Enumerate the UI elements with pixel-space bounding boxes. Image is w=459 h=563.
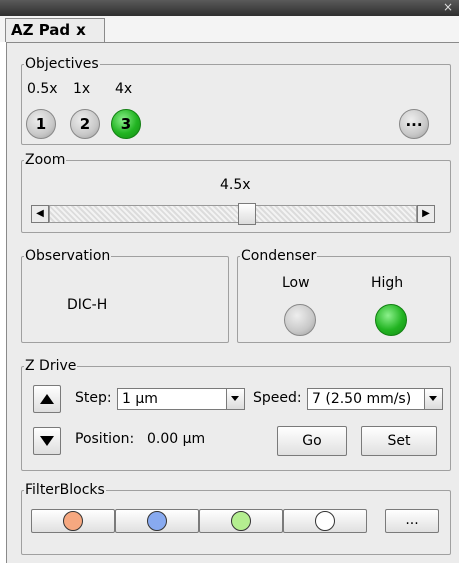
objective-mag-label-3: 4x xyxy=(115,81,133,97)
filterblock-button-4[interactable] xyxy=(283,509,367,533)
objective-mag-label-2: 1x xyxy=(73,81,91,97)
az-pad-panel: Objectives 0.5x 1x 4x 1 2 3 ... Zoom 4.5… xyxy=(6,42,459,563)
empty-filter-circle-icon xyxy=(315,511,335,531)
tab-label: AZ Pad xyxy=(11,21,71,39)
objective-button-2[interactable]: 2 xyxy=(70,109,100,139)
filterblocks-legend: FilterBlocks xyxy=(25,482,105,498)
filterblocks-more-button[interactable]: ... xyxy=(385,509,439,533)
triangle-up-icon xyxy=(40,394,54,404)
close-window-icon[interactable]: × xyxy=(443,1,453,13)
step-label: Step: xyxy=(75,390,112,406)
filterblock-button-3[interactable] xyxy=(199,509,283,533)
filterblock-button-2[interactable] xyxy=(115,509,199,533)
observation-value: DIC-H xyxy=(67,297,108,313)
tab-az-pad[interactable]: AZ Pad x xyxy=(5,18,105,42)
zoom-value-label: 4.5x xyxy=(220,177,251,193)
condenser-group: Condenser xyxy=(237,249,451,343)
speed-dropdown-arrow[interactable] xyxy=(424,389,442,409)
observation-legend: Observation xyxy=(25,248,111,264)
objective-mag-label-1: 0.5x xyxy=(27,81,58,97)
zoom-slider-thumb[interactable] xyxy=(238,203,256,225)
zdrive-up-button[interactable] xyxy=(33,385,61,413)
objective-button-1[interactable]: 1 xyxy=(26,109,56,139)
speed-label: Speed: xyxy=(253,390,302,406)
zoom-legend: Zoom xyxy=(25,152,66,168)
tab-strip: AZ Pad x xyxy=(0,16,459,42)
zdrive-down-button[interactable] xyxy=(33,427,61,455)
condenser-high-label: High xyxy=(371,275,404,291)
speed-select[interactable]: 7 (2.50 mm/s) xyxy=(307,388,443,410)
speed-select-value: 7 (2.50 mm/s) xyxy=(312,391,412,407)
condenser-high-button[interactable] xyxy=(375,304,407,336)
zoom-scroll-left-button[interactable]: ◀ xyxy=(31,205,49,223)
chevron-down-icon xyxy=(429,396,437,401)
go-button[interactable]: Go xyxy=(277,426,347,456)
chevron-down-icon xyxy=(231,396,239,401)
zoom-slider-track[interactable] xyxy=(49,205,417,223)
zoom-scroll-right-button[interactable]: ▶ xyxy=(417,205,435,223)
filterblock-button-1[interactable] xyxy=(31,509,115,533)
zdrive-legend: Z Drive xyxy=(25,358,77,374)
observation-group: Observation xyxy=(21,249,229,343)
step-dropdown-arrow[interactable] xyxy=(226,389,244,409)
tab-close-icon[interactable]: x xyxy=(76,21,86,39)
step-select-value: 1 µm xyxy=(122,391,158,407)
condenser-low-label: Low xyxy=(282,275,310,291)
green-filter-circle-icon xyxy=(231,511,251,531)
condenser-low-button[interactable] xyxy=(284,304,316,336)
triangle-down-icon xyxy=(40,436,54,446)
objective-button-3[interactable]: 3 xyxy=(111,109,141,139)
title-bar: × xyxy=(0,0,459,16)
condenser-legend: Condenser xyxy=(241,248,317,264)
triangle-left-icon: ◀ xyxy=(36,208,44,219)
objectives-legend: Objectives xyxy=(25,56,99,72)
orange-filter-circle-icon xyxy=(63,511,83,531)
set-button[interactable]: Set xyxy=(361,426,437,456)
triangle-right-icon: ▶ xyxy=(422,208,430,219)
position-label: Position: xyxy=(75,431,135,447)
blue-filter-circle-icon xyxy=(147,511,167,531)
position-value: 0.00 µm xyxy=(147,431,206,447)
objectives-more-button[interactable]: ... xyxy=(399,109,429,139)
step-select[interactable]: 1 µm xyxy=(117,388,245,410)
